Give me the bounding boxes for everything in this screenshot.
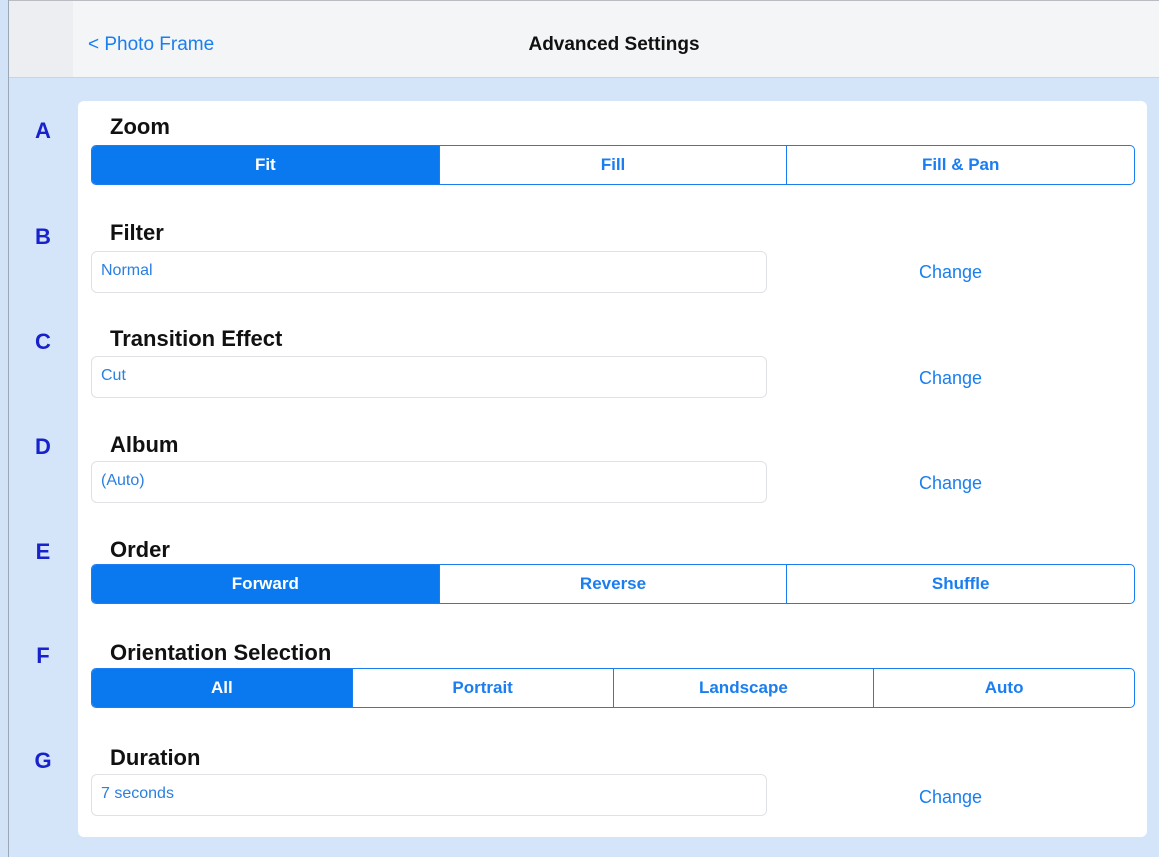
order-option-reverse[interactable]: Reverse (438, 565, 787, 603)
navigation-bar: < Photo Frame Advanced Settings (9, 0, 1159, 78)
orientation-option-portrait[interactable]: Portrait (351, 669, 613, 707)
zoom-title: Zoom (110, 114, 170, 139)
transition-effect-title: Transition Effect (110, 326, 283, 351)
filter-change-button[interactable]: Change (919, 262, 982, 283)
transition-effect-change-button[interactable]: Change (919, 368, 982, 389)
section-letter-e: E (35, 539, 51, 564)
orientation-option-auto[interactable]: Auto (873, 669, 1134, 707)
zoom-option-fill-and-pan[interactable]: Fill & Pan (786, 146, 1134, 184)
orientation-option-all[interactable]: All (92, 669, 352, 707)
filter-value: Normal (101, 262, 153, 279)
album-change-button[interactable]: Change (919, 473, 982, 494)
filter-title: Filter (110, 220, 164, 245)
section-letter-b: B (35, 224, 51, 249)
section-letter-g: G (34, 748, 52, 773)
orientation-selection-title: Orientation Selection (110, 640, 332, 665)
page-title: Advanced Settings (528, 34, 700, 55)
album-value: (Auto) (101, 472, 145, 489)
order-option-forward[interactable]: Forward (92, 565, 439, 603)
duration-change-button[interactable]: Change (919, 787, 982, 808)
duration-title: Duration (110, 745, 201, 770)
section-letter-c: C (35, 329, 51, 354)
zoom-option-fit[interactable]: Fit (92, 146, 439, 184)
section-letter-f: F (36, 643, 50, 668)
transition-effect-value: Cut (101, 367, 126, 384)
zoom-segmented-control: Fit Fill Fill & Pan (91, 145, 1135, 185)
orientation-segmented-control: All Portrait Landscape Auto (91, 668, 1135, 708)
section-letter-d: D (35, 434, 51, 459)
filter-value-field: Normal (91, 251, 767, 293)
zoom-option-fill[interactable]: Fill (438, 146, 787, 184)
duration-value: 7 seconds (101, 785, 174, 802)
duration-value-field: 7 seconds (91, 774, 767, 816)
section-letter-a: A (35, 118, 51, 143)
album-title: Album (110, 432, 179, 457)
album-value-field: (Auto) (91, 461, 767, 503)
order-option-shuffle[interactable]: Shuffle (786, 565, 1134, 603)
order-segmented-control: Forward Reverse Shuffle (91, 564, 1135, 604)
orientation-option-landscape[interactable]: Landscape (612, 669, 874, 707)
transition-effect-value-field: Cut (91, 356, 767, 398)
order-title: Order (110, 537, 170, 562)
